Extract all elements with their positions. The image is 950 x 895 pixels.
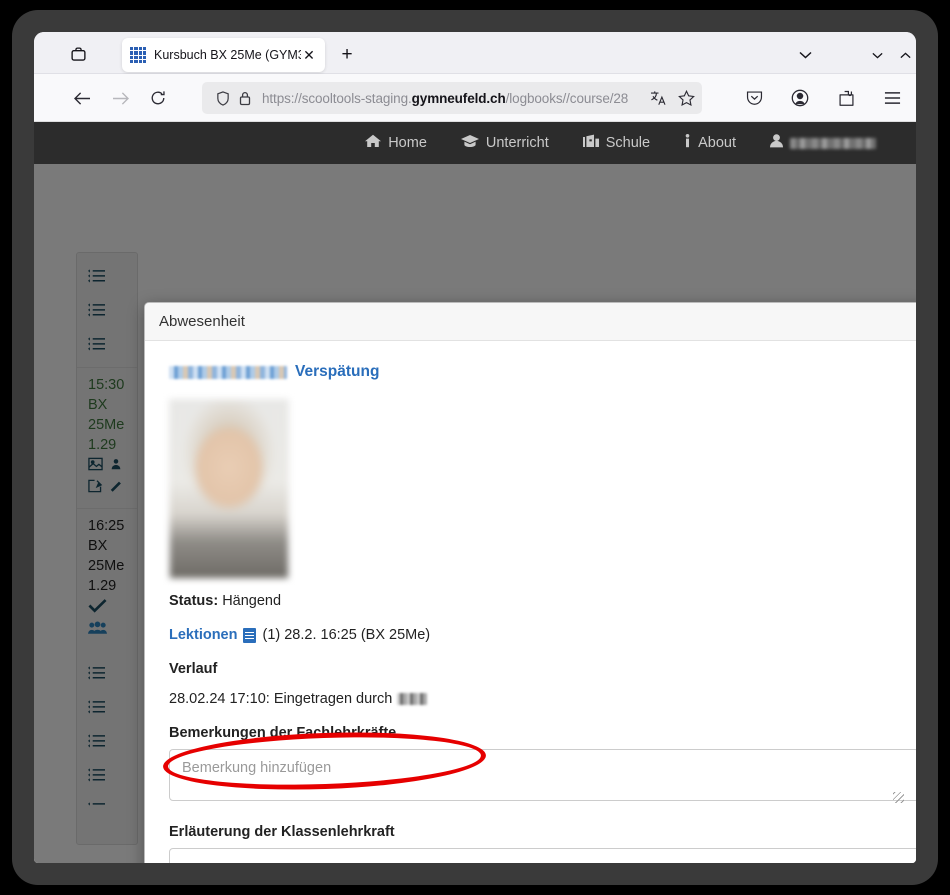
translate-icon[interactable] (644, 86, 672, 110)
site-navigation: Home Unterricht Schule About (34, 122, 916, 164)
abwesenheit-modal: Abwesenheit Verspätung Status: Hängend L… (144, 302, 916, 863)
nav-label-about: About (698, 135, 736, 151)
tab-favicon-icon (130, 47, 146, 63)
lektionen-line: Lektionen (1) 28.2. 16:25 (BX 25Me) (169, 627, 907, 643)
url-bar[interactable]: https://scooltools-staging.gymneufeld.ch… (202, 82, 702, 114)
app-menu-icon[interactable] (878, 84, 906, 112)
scooltools-page: Home Unterricht Schule About Abwesenheit… (34, 122, 916, 863)
sidebar-item-about[interactable]: About (684, 134, 736, 152)
modal-title: Abwesenheit (145, 303, 916, 341)
absence-type-link[interactable]: Verspätung (295, 363, 379, 381)
web-content: Home Unterricht Schule About Abwesenheit… (34, 122, 916, 863)
school-building-icon (582, 134, 599, 152)
navigation-toolbar: https://scooltools-staging.gymneufeld.ch… (34, 74, 916, 122)
student-name-redacted (169, 365, 287, 379)
history-entry: 28.02.24 17:10: Eingetragen durch (169, 691, 907, 707)
tab-title: Kursbuch BX 25Me (GYM3/ (154, 48, 301, 62)
status-line: Status: Hängend (169, 593, 907, 609)
new-tab-button[interactable]: + (334, 42, 360, 68)
tab-strip: Kursbuch BX 25Me (GYM3/ ✕ + (34, 32, 916, 74)
student-photo (169, 399, 289, 579)
history-user-redacted (397, 693, 428, 705)
klassenlehrkraft-label: Erläuterung der Klassenlehrkraft (169, 824, 395, 840)
home-icon (365, 134, 382, 152)
status-value: Hängend (222, 593, 282, 609)
history-text: 28.02.24 17:10: Eingetragen durch (169, 691, 393, 707)
lock-icon (234, 89, 256, 107)
status-label: Status: (169, 593, 219, 609)
verlauf-heading: Verlauf (169, 661, 218, 677)
nav-label-schule: Schule (605, 135, 651, 151)
extensions-icon[interactable] (832, 84, 860, 112)
reload-icon[interactable] (144, 84, 172, 112)
person-icon (770, 134, 783, 152)
fachlehrkraefte-textarea[interactable] (169, 749, 916, 801)
browser-tab[interactable]: Kursbuch BX 25Me (GYM3/ ✕ (122, 38, 325, 72)
user-menu[interactable] (770, 134, 876, 152)
account-icon[interactable] (786, 84, 814, 112)
info-icon (684, 134, 691, 152)
tab-close-icon[interactable]: ✕ (301, 47, 317, 63)
bookmark-star-icon[interactable] (672, 86, 700, 110)
nav-label-home: Home (388, 135, 427, 151)
list-all-tabs-icon[interactable] (792, 42, 818, 68)
student-header: Verspätung (169, 363, 907, 381)
shield-icon (212, 89, 234, 107)
firefox-view-icon[interactable] (64, 40, 92, 68)
modal-body: Verspätung Status: Hängend Lektionen (1)… (145, 341, 916, 863)
pocket-icon[interactable] (740, 84, 768, 112)
book-icon (243, 627, 257, 643)
klassenlehrkraft-textarea[interactable] (169, 848, 916, 863)
window-maximize-icon[interactable] (892, 42, 916, 68)
graduation-cap-icon (460, 134, 479, 152)
back-icon[interactable] (68, 84, 96, 112)
sidebar-item-schule[interactable]: Schule (582, 134, 651, 152)
fachlehrkraefte-label: Bemerkungen der Fachlehrkräfte (169, 725, 397, 741)
sidebar-item-unterricht[interactable]: Unterricht (460, 134, 549, 152)
lektionen-link[interactable]: Lektionen (169, 627, 237, 643)
lektionen-value: (1) 28.2. 16:25 (BX 25Me) (262, 627, 431, 643)
forward-icon[interactable] (106, 84, 134, 112)
browser-window-frame: Kursbuch BX 25Me (GYM3/ ✕ + https://scoo… (12, 10, 938, 885)
window-minimize-icon[interactable] (864, 42, 890, 68)
user-name-redacted (790, 137, 876, 149)
sidebar-item-home[interactable]: Home (365, 134, 427, 152)
url-text: https://scooltools-staging.gymneufeld.ch… (262, 90, 629, 106)
nav-label-unterricht: Unterricht (485, 135, 549, 151)
browser-window: Kursbuch BX 25Me (GYM3/ ✕ + https://scoo… (34, 32, 916, 863)
